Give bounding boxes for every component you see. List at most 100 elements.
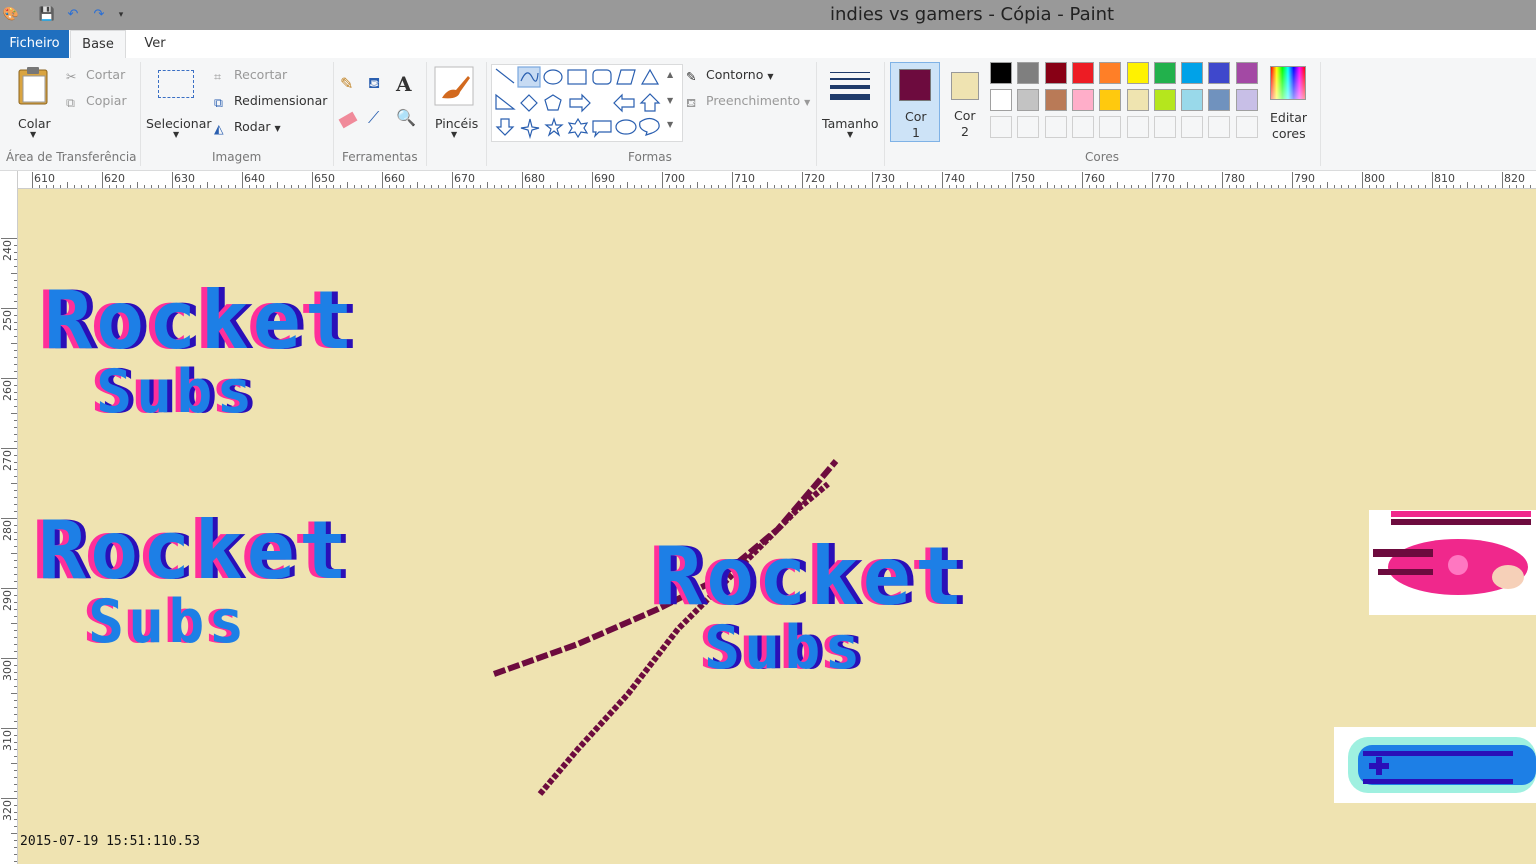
copy-button[interactable]: ⧉ Copiar	[66, 93, 127, 110]
text-tool[interactable]: A	[396, 72, 418, 96]
chevron-down-icon: ▼	[173, 130, 180, 139]
color-picker-tool[interactable]: ⟋	[368, 108, 390, 130]
ruler-tick-mark	[14, 350, 17, 351]
redo-icon[interactable]: ↷	[90, 6, 108, 24]
ruler-tick-mark	[1054, 185, 1055, 188]
outline-button[interactable]: ✎ Contorno ▼	[686, 67, 773, 84]
palette-swatch[interactable]	[1208, 89, 1231, 111]
ruler-tick-mark	[1215, 185, 1216, 188]
fill-button[interactable]: ⛾ Preenchimento ▼	[686, 93, 810, 110]
palette-swatch[interactable]	[1126, 89, 1149, 111]
tab-file[interactable]: Ficheiro	[0, 30, 69, 58]
palette-swatch[interactable]	[1099, 89, 1122, 111]
ruler-tick-mark	[11, 273, 17, 274]
scroll-up-icon[interactable]: ▲	[667, 70, 673, 79]
palette-swatch[interactable]	[1235, 116, 1258, 138]
paste-label: Colar	[18, 116, 51, 131]
ruler-tick-mark	[361, 185, 362, 188]
palette-swatch[interactable]	[1153, 89, 1176, 111]
tab-home[interactable]: Base	[70, 30, 126, 60]
rotate-button[interactable]: ◭ Rodar ▼	[214, 119, 281, 136]
ruler-tick-mark	[249, 185, 250, 188]
ruler-tick-mark	[1418, 185, 1419, 188]
palette-swatch[interactable]	[1044, 116, 1067, 138]
color1-number: 1	[912, 125, 920, 140]
palette-swatch[interactable]	[1099, 62, 1122, 84]
ruler-tick-mark	[14, 595, 17, 596]
palette-swatch[interactable]	[1044, 89, 1067, 111]
size-button[interactable]: Tamanho ▼	[822, 64, 879, 144]
ruler-tick-mark	[14, 777, 17, 778]
palette-swatch[interactable]	[1071, 62, 1094, 84]
ruler-tick-mark	[494, 185, 495, 188]
ruler-tick-mark	[515, 185, 516, 188]
brushes-button[interactable]: Pincéis ▼	[432, 64, 478, 144]
pencil-tool[interactable]: ✎	[340, 74, 362, 96]
palette-swatch[interactable]	[1071, 89, 1094, 111]
ruler-tick-mark	[14, 616, 17, 617]
palette-swatch[interactable]	[1181, 62, 1204, 84]
undo-icon[interactable]: ↶	[64, 6, 82, 24]
eraser-tool[interactable]	[338, 110, 362, 132]
palette-swatch[interactable]	[1071, 116, 1094, 138]
color-palette	[990, 62, 1266, 146]
ruler-tick-mark	[14, 385, 17, 386]
ruler-tick-mark	[1362, 172, 1363, 188]
palette-swatch[interactable]	[1017, 89, 1040, 111]
ruler-tick-label: 650	[314, 172, 335, 185]
shapes-scroll[interactable]: ▲ ▼ ▼	[664, 64, 680, 140]
ruler-tick-mark	[14, 861, 17, 862]
paint-app-icon[interactable]: 🎨	[2, 6, 20, 24]
color2-button[interactable]: Cor 2	[944, 62, 986, 142]
ruler-tick-mark	[1, 518, 17, 519]
palette-swatch[interactable]	[1153, 62, 1176, 84]
ruler-tick-mark	[585, 185, 586, 188]
ruler-tick-mark	[893, 185, 894, 188]
ruler-tick-mark	[109, 185, 110, 188]
crop-button[interactable]: ⌗ Recortar	[214, 67, 287, 84]
color1-button[interactable]: Cor 1	[890, 62, 940, 142]
palette-swatch[interactable]	[1017, 62, 1040, 84]
ruler-tick-mark	[1334, 185, 1335, 188]
shapes-gallery[interactable]: ▲	[491, 64, 683, 142]
scroll-down-icon[interactable]: ▼	[667, 96, 673, 105]
save-icon[interactable]: 💾	[38, 6, 56, 24]
palette-swatch[interactable]	[990, 89, 1012, 111]
cut-button[interactable]: ✂ Cortar	[66, 67, 125, 84]
select-button[interactable]: Selecionar ▼	[146, 64, 212, 144]
palette-swatch[interactable]	[1153, 116, 1176, 138]
palette-swatch[interactable]	[1099, 116, 1122, 138]
ruler-tick-label: 730	[874, 172, 895, 185]
palette-swatch[interactable]	[1235, 89, 1258, 111]
tab-view[interactable]: Ver	[140, 30, 170, 58]
edit-colors-button[interactable]: Editar cores	[1266, 62, 1312, 142]
palette-swatch[interactable]	[1126, 62, 1149, 84]
magnifier-tool[interactable]: 🔍	[396, 108, 418, 130]
gallery-expand-icon[interactable]: ▼	[667, 120, 673, 129]
palette-swatch[interactable]	[1235, 62, 1258, 84]
ruler-tick-mark	[543, 185, 544, 188]
ruler-tick-label: 610	[34, 172, 55, 185]
palette-swatch[interactable]	[990, 62, 1012, 84]
palette-swatch[interactable]	[1126, 116, 1149, 138]
ruler-tick-mark	[613, 185, 614, 188]
customize-quick-access-icon[interactable]: ▾	[112, 6, 130, 24]
ruler-tick-mark	[809, 185, 810, 188]
ruler-tick-mark	[81, 185, 82, 188]
drawing-canvas[interactable]: Rocket Subs Rocket Subs Rocket Subs	[18, 189, 1536, 864]
fill-tool[interactable]: ⛾	[368, 74, 390, 96]
paste-button[interactable]: Colar ▼	[10, 64, 58, 144]
ruler-tick-mark	[11, 343, 17, 344]
palette-swatch[interactable]	[1208, 116, 1231, 138]
palette-swatch[interactable]	[1208, 62, 1231, 84]
ruler-tick-mark	[319, 185, 320, 188]
palette-swatch[interactable]	[1044, 62, 1067, 84]
ruler-tick-mark	[14, 686, 17, 687]
resize-button[interactable]: ⧉ Redimensionar	[214, 93, 327, 110]
palette-swatch[interactable]	[1017, 116, 1040, 138]
palette-swatch[interactable]	[1181, 89, 1204, 111]
palette-swatch[interactable]	[990, 116, 1012, 138]
palette-swatch[interactable]	[1181, 116, 1204, 138]
ruler-tick-mark	[354, 185, 355, 188]
ruler-tick-mark	[11, 553, 17, 554]
